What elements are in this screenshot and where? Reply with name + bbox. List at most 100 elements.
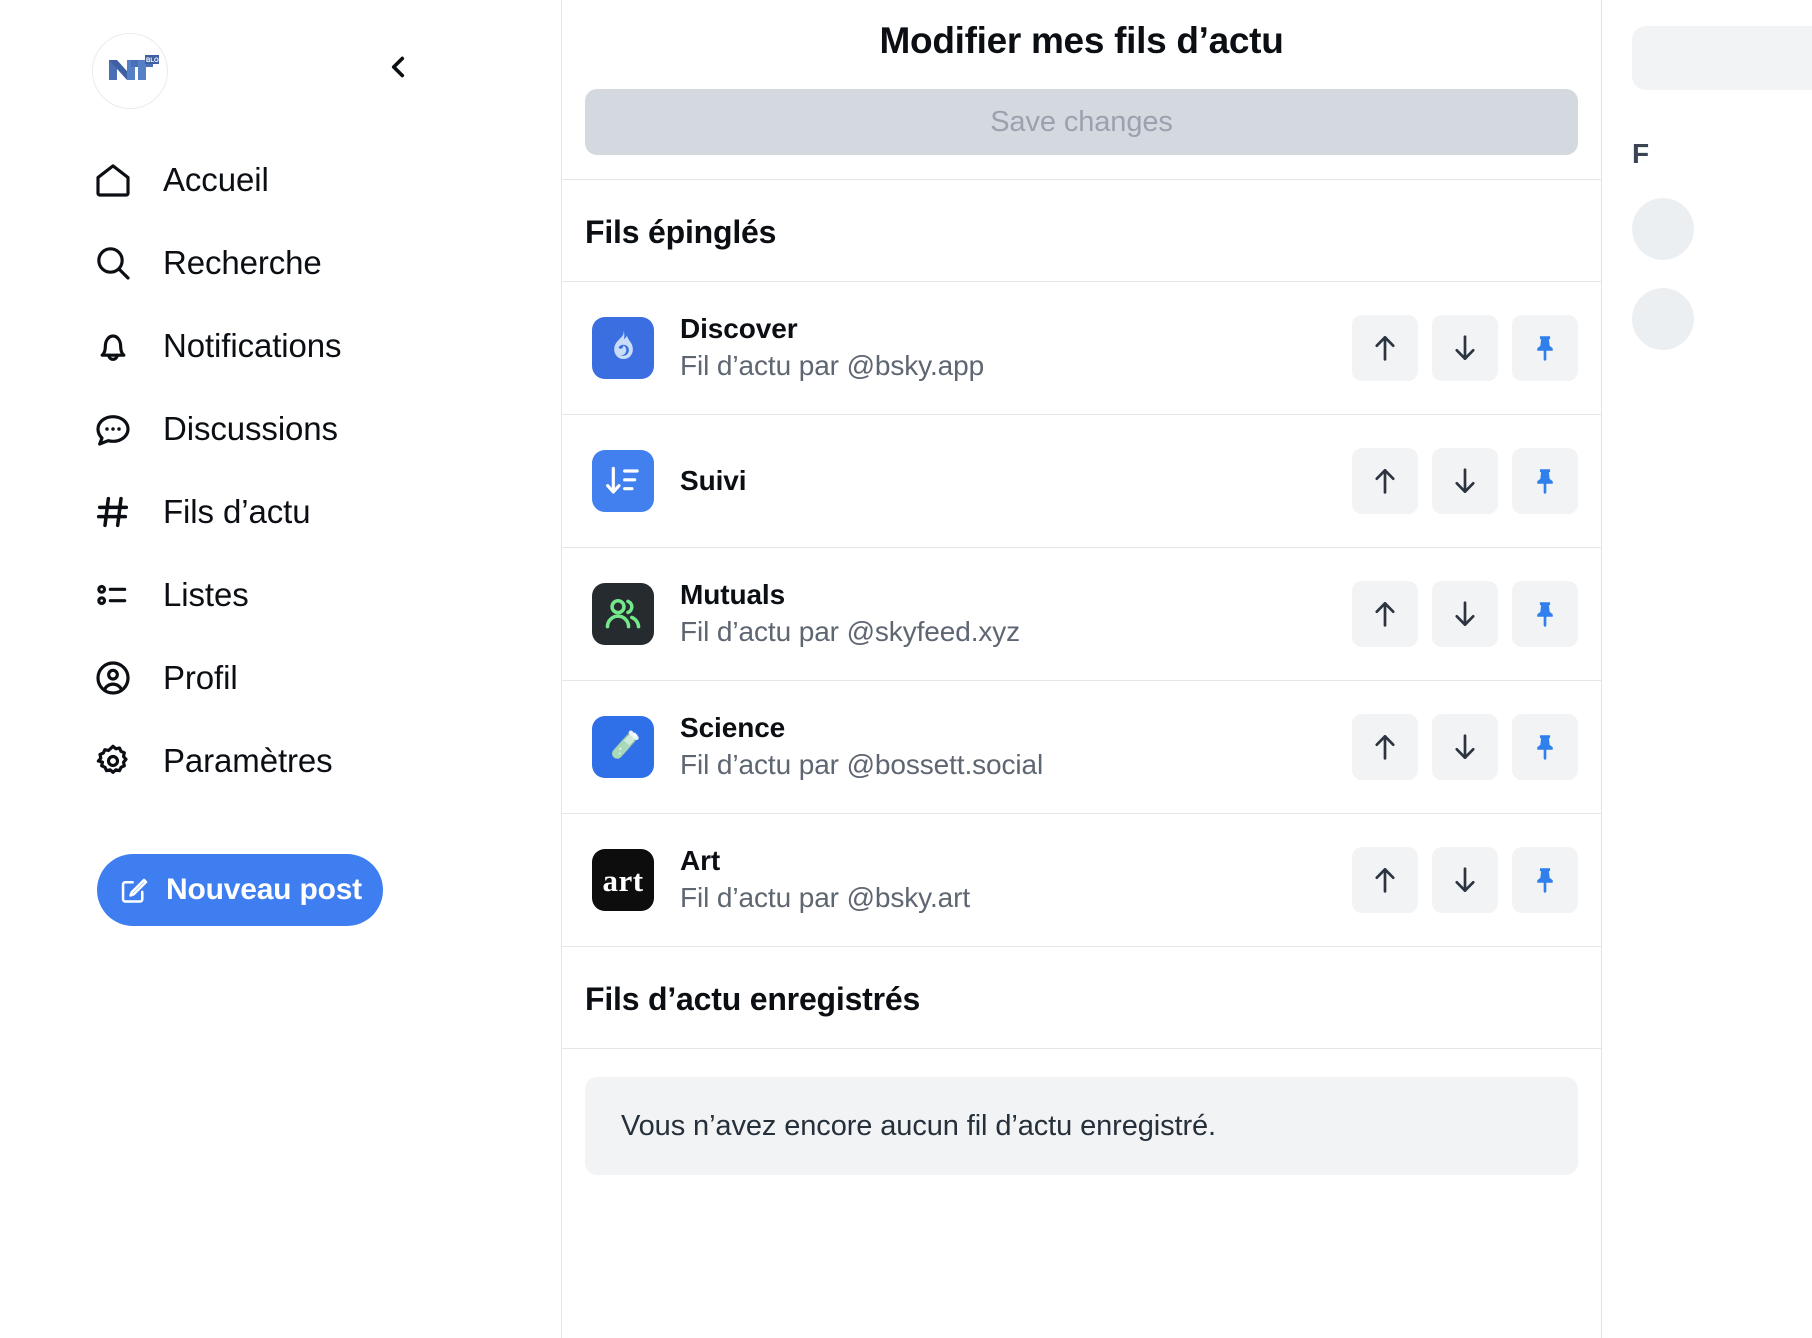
sidebar-item-recherche[interactable]: Recherche <box>92 221 561 304</box>
saved-feeds-empty-wrap: Vous n’avez encore aucun fil d’actu enre… <box>562 1049 1601 1175</box>
pin-toggle-button[interactable] <box>1512 315 1578 381</box>
arrow-down-icon <box>1455 734 1475 759</box>
pinned-feeds-section-header: Fils épinglés <box>562 180 1601 282</box>
pin-toggle-button[interactable] <box>1512 448 1578 514</box>
pin-icon <box>1537 336 1553 362</box>
arrow-up-icon <box>1375 868 1395 893</box>
feed-name: Art <box>680 845 721 877</box>
move-down-button[interactable] <box>1432 847 1498 913</box>
arrow-up-icon <box>1375 469 1395 494</box>
sidebar-item-fils-dactu[interactable]: Fils d’actu <box>92 470 561 553</box>
save-changes-label: Save changes <box>990 105 1173 138</box>
pin-icon <box>1537 868 1553 894</box>
hashtag-icon <box>92 491 134 533</box>
pin-icon <box>1537 735 1553 761</box>
sidebar-item-parametres[interactable]: Paramètres <box>92 719 561 802</box>
pin-toggle-button[interactable] <box>1512 847 1578 913</box>
feed-text: Mutuals Fil d’actu par @skyfeed.xyz <box>680 579 1352 648</box>
feed-subtitle: Fil d’actu par @bsky.art <box>680 881 971 913</box>
sidebar-item-discussions[interactable]: Discussions <box>92 387 561 470</box>
pin-toggle-button[interactable] <box>1512 714 1578 780</box>
nt-blog-logo-icon: BLOG <box>93 34 167 108</box>
move-down-button[interactable] <box>1432 315 1498 381</box>
feed-actions <box>1352 714 1578 780</box>
suggestions-heading: F <box>1632 138 1650 169</box>
feed-actions <box>1352 315 1578 381</box>
table-row[interactable]: Mutuals Fil d’actu par @skyfeed.xyz <box>562 548 1601 681</box>
left-sidebar: BLOG Accueil Recherche Notifications Dis… <box>0 0 562 1338</box>
app-root: BLOG Accueil Recherche Notifications Dis… <box>0 0 1812 1338</box>
arrow-down-icon <box>1455 601 1475 626</box>
table-row[interactable]: Discover Fil d’actu par @bsky.app <box>562 282 1601 415</box>
feed-subtitle: Fil d’actu par @bsky.app <box>680 349 985 381</box>
sidebar-item-label: Paramètres <box>163 742 333 779</box>
empty-state: Vous n’avez encore aucun fil d’actu enre… <box>585 1077 1578 1175</box>
chevron-left-icon <box>391 56 405 78</box>
gear-icon <box>92 740 134 782</box>
section-title: Fils épinglés <box>585 214 777 250</box>
arrow-up-icon <box>1375 336 1395 361</box>
feed-name: Suivi <box>680 464 747 496</box>
arrow-down-icon <box>1455 335 1475 360</box>
feed-avatar-science <box>592 716 654 778</box>
home-icon <box>92 159 134 201</box>
sidebar-item-listes[interactable]: Listes <box>92 553 561 636</box>
save-changes-button[interactable]: Save changes <box>585 89 1578 155</box>
sidebar-item-label: Profil <box>163 659 238 696</box>
move-down-button[interactable] <box>1432 581 1498 647</box>
new-post-button[interactable]: Nouveau post <box>97 854 383 926</box>
move-down-button[interactable] <box>1432 448 1498 514</box>
feed-avatar-art: art <box>592 849 654 911</box>
saved-feeds-section-header: Fils d’actu enregistrés <box>562 947 1601 1049</box>
feed-subtitle: Fil d’actu par @skyfeed.xyz <box>680 615 1021 647</box>
people-icon <box>605 599 641 629</box>
feed-avatar-suivi <box>592 450 654 512</box>
move-up-button[interactable] <box>1352 581 1418 647</box>
person-circle-icon <box>92 657 134 699</box>
suggestion-avatar[interactable] <box>1632 198 1694 260</box>
move-down-button[interactable] <box>1432 714 1498 780</box>
sidebar-item-accueil[interactable]: Accueil <box>92 138 561 221</box>
collapse-sidebar-button[interactable] <box>376 45 420 89</box>
table-row[interactable]: Science Fil d’actu par @bossett.social <box>562 681 1601 814</box>
flame-icon <box>614 330 633 359</box>
sidebar-item-label: Recherche <box>163 244 322 281</box>
move-up-button[interactable] <box>1352 315 1418 381</box>
table-row[interactable]: art Art Fil d’actu par @bsky.art <box>562 814 1601 947</box>
feed-name: Mutuals <box>680 579 786 611</box>
feed-actions <box>1352 448 1578 514</box>
new-post-label: Nouveau post <box>166 873 362 906</box>
move-up-button[interactable] <box>1352 448 1418 514</box>
feed-text: Suivi <box>680 465 1352 497</box>
search-icon <box>92 242 134 284</box>
list-icon <box>92 574 134 616</box>
sidebar-item-notifications[interactable]: Notifications <box>92 304 561 387</box>
sidebar-item-label: Listes <box>163 576 249 613</box>
feed-avatar-discover <box>592 317 654 379</box>
sidebar-item-label: Notifications <box>163 327 342 364</box>
feed-actions <box>1352 847 1578 913</box>
feed-name: Discover <box>680 313 798 345</box>
feed-text: Art Fil d’actu par @bsky.art <box>680 845 1352 914</box>
section-title: Fils d’actu enregistrés <box>585 981 921 1017</box>
sidebar-item-label: Accueil <box>163 161 269 198</box>
feed-avatar-mutuals <box>592 583 654 645</box>
sidebar-item-label: Discussions <box>163 410 338 447</box>
page-title: Modifier mes fils d’actu <box>879 20 1284 61</box>
sidebar-header: BLOG <box>92 0 561 110</box>
arrow-down-icon <box>1455 867 1475 892</box>
table-row[interactable]: Suivi <box>562 415 1601 548</box>
arrow-up-icon <box>1375 602 1395 627</box>
move-up-button[interactable] <box>1352 847 1418 913</box>
sidebar-item-profil[interactable]: Profil <box>92 636 561 719</box>
pin-icon <box>1537 469 1553 495</box>
feed-subtitle: Fil d’actu par @bossett.social <box>680 748 1044 780</box>
arrow-up-icon <box>1375 735 1395 760</box>
avatar[interactable]: BLOG <box>92 33 168 109</box>
move-up-button[interactable] <box>1352 714 1418 780</box>
suggestion-avatar[interactable] <box>1632 288 1694 350</box>
pin-toggle-button[interactable] <box>1512 581 1578 647</box>
sidebar-item-label: Fils d’actu <box>163 493 311 530</box>
search-input[interactable] <box>1632 26 1812 90</box>
sidebar-nav: Accueil Recherche Notifications Discussi… <box>92 138 561 802</box>
